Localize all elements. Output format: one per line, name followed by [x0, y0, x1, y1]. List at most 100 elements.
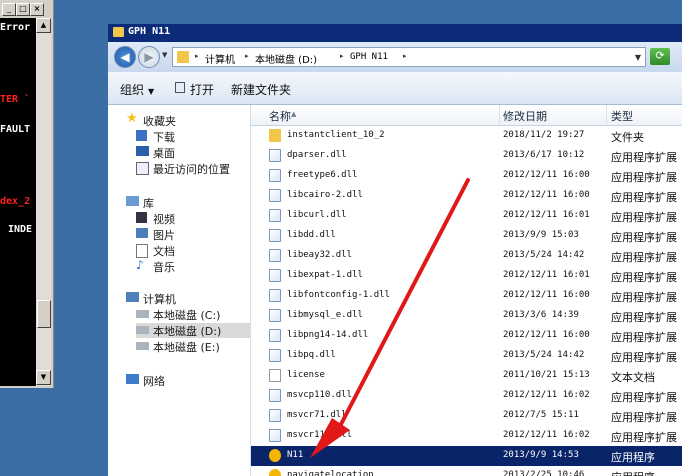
file-row[interactable]: dparser.dll 2013/6/17 10:12 应用程序扩展 [251, 146, 682, 166]
file-row[interactable]: libpq.dll 2013/5/24 14:42 应用程序扩展 [251, 346, 682, 366]
file-type: 应用程序扩展 [611, 231, 677, 244]
nav-documents[interactable]: 文档 [136, 243, 246, 258]
scroll-up-icon[interactable]: ▲ [36, 18, 51, 33]
file-name: N11 [287, 450, 304, 460]
nav-pictures[interactable]: 图片 [136, 227, 246, 242]
file-row[interactable]: libexpat-1.dll 2012/12/11 16:01 应用程序扩展 [251, 266, 682, 286]
nav-downloads[interactable]: 下载 [136, 129, 246, 144]
back-button[interactable]: ◀ [114, 46, 136, 68]
scroll-down-icon[interactable]: ▼ [36, 370, 51, 385]
file-row[interactable]: instantclient_10_2 2018/11/2 19:27 文件夹 [251, 126, 682, 146]
column-header: 名称 ▲ 修改日期 类型 [251, 105, 682, 126]
history-dropdown-icon[interactable]: ▼ [162, 51, 167, 59]
file-date: 2012/12/11 16:00 [503, 190, 590, 200]
picture-icon [136, 228, 148, 238]
nav-videos[interactable]: 视频 [136, 211, 246, 226]
forward-button[interactable]: ▶ [138, 46, 160, 68]
nav-drive-d[interactable]: 本地磁盘 (D:) [136, 323, 250, 338]
dll-icon [269, 349, 281, 362]
address-bar-area: ◀ ▶ ▼ ▸ 计算机 ▸ 本地磁盘 (D:) ▸ GPH N11 ▸ ▼ ⟳ [108, 42, 682, 72]
nav-computer[interactable]: 计算机 [126, 291, 246, 306]
computer-icon [126, 292, 139, 302]
file-row[interactable]: freetype6.dll 2012/12/11 16:00 应用程序扩展 [251, 166, 682, 186]
file-date: 2012/12/11 16:01 [503, 210, 590, 220]
music-icon: ♪ [136, 258, 144, 272]
breadcrumb-current-folder[interactable]: GPH N11 [350, 52, 388, 62]
file-row[interactable]: navigatelocation 2013/2/25 10:46 应用程序 [251, 466, 682, 476]
drive-icon [136, 326, 149, 334]
file-row[interactable]: msvcp110.dll 2012/12/11 16:02 应用程序扩展 [251, 386, 682, 406]
file-row[interactable]: msvcr110.dll 2012/12/11 16:02 应用程序扩展 [251, 426, 682, 446]
video-icon [136, 212, 147, 223]
file-row[interactable]: license 2011/10/21 15:13 文本文档 [251, 366, 682, 386]
file-name: msvcr110.dll [287, 430, 353, 440]
nav-label: 文档 [153, 245, 175, 258]
column-type[interactable]: 类型 [611, 108, 633, 124]
network-icon [126, 374, 139, 384]
chevron-down-icon[interactable]: ▼ [635, 53, 641, 62]
desktop-icon [136, 146, 149, 156]
nav-libraries[interactable]: 库 [126, 195, 246, 210]
window-titlebar[interactable]: GPH N11 [108, 24, 682, 42]
file-row[interactable]: N11 2013/9/9 14:53 应用程序 [251, 446, 682, 466]
address-path[interactable]: ▸ 计算机 ▸ 本地磁盘 (D:) ▸ GPH N11 ▸ ▼ [172, 47, 646, 67]
drive-icon [136, 310, 149, 318]
file-name: msvcp110.dll [287, 390, 353, 400]
scroll-thumb[interactable] [37, 300, 51, 328]
chevron-right-icon[interactable]: ▸ [195, 52, 199, 60]
nav-label: 图片 [153, 229, 175, 242]
file-date: 2013/5/24 14:42 [503, 350, 585, 360]
console-scrollbar[interactable]: ▲ ▼ [36, 18, 51, 386]
file-name: msvcr71.dll [287, 410, 347, 420]
column-date[interactable]: 修改日期 [503, 108, 547, 124]
file-row[interactable]: libcurl.dll 2012/12/11 16:01 应用程序扩展 [251, 206, 682, 226]
exe-icon [269, 449, 281, 462]
breadcrumb-drive-d[interactable]: 本地磁盘 (D:) [255, 51, 317, 66]
file-type: 应用程序扩展 [611, 251, 677, 264]
file-type: 应用程序扩展 [611, 151, 677, 164]
file-name: navigatelocation [287, 470, 374, 476]
maximize-button[interactable]: □ [16, 3, 30, 16]
new-folder-button[interactable]: 新建文件夹 [231, 81, 291, 98]
nav-drive-e[interactable]: 本地磁盘 (E:) [136, 339, 250, 354]
dll-icon [269, 229, 281, 242]
nav-network[interactable]: 网络 [126, 373, 246, 388]
chevron-right-icon[interactable]: ▸ [340, 52, 344, 60]
nav-music[interactable]: ♪ 音乐 [136, 258, 246, 274]
console-line: TER ` [0, 94, 31, 105]
explorer-window: GPH N11 ◀ ▶ ▼ ▸ 计算机 ▸ 本地磁盘 (D:) ▸ GPH N1… [108, 24, 682, 476]
minimize-button[interactable]: _ [2, 3, 16, 16]
file-row[interactable]: msvcr71.dll 2012/7/5 15:11 应用程序扩展 [251, 406, 682, 426]
dll-icon [269, 189, 281, 202]
open-button[interactable]: 打开 [190, 81, 214, 98]
file-row[interactable]: libdd.dll 2013/9/9 15:03 应用程序扩展 [251, 226, 682, 246]
column-divider[interactable] [499, 105, 500, 125]
nav-recent[interactable]: 最近访问的位置 [136, 161, 250, 176]
file-date: 2013/9/9 15:03 [503, 230, 579, 240]
file-type: 应用程序 [611, 469, 655, 476]
file-row[interactable]: libpng14-14.dll 2012/12/11 16:00 应用程序扩展 [251, 326, 682, 346]
file-row[interactable]: libeay32.dll 2013/5/24 14:42 应用程序扩展 [251, 246, 682, 266]
file-row[interactable]: libcairo-2.dll 2012/12/11 16:00 应用程序扩展 [251, 186, 682, 206]
chevron-right-icon[interactable]: ▸ [245, 52, 249, 60]
console-line: FAULT [0, 124, 31, 135]
column-divider[interactable] [606, 105, 607, 125]
file-row[interactable]: libmysql_e.dll 2013/3/6 14:39 应用程序扩展 [251, 306, 682, 326]
file-type: 文本文档 [611, 371, 655, 384]
file-row[interactable]: libfontconfig-1.dll 2012/12/11 16:00 应用程序扩… [251, 286, 682, 306]
file-type: 应用程序扩展 [611, 311, 677, 324]
file-name: instantclient_10_2 [287, 130, 385, 140]
chevron-right-icon[interactable]: ▸ [403, 52, 407, 60]
refresh-button[interactable]: ⟳ [650, 48, 670, 65]
breadcrumb-computer[interactable]: 计算机 [205, 51, 235, 66]
organize-button[interactable]: 组织 ▼ [120, 81, 154, 98]
file-name: libdd.dll [287, 230, 336, 240]
nav-label: 网络 [143, 375, 165, 388]
nav-desktop[interactable]: 桌面 [136, 145, 246, 160]
nav-drive-c[interactable]: 本地磁盘 (C:) [136, 307, 250, 322]
nav-label: 下载 [153, 131, 175, 144]
file-date: 2011/10/21 15:13 [503, 370, 590, 380]
close-button[interactable]: × [30, 3, 44, 16]
column-name[interactable]: 名称 [269, 108, 291, 124]
nav-favorites[interactable]: ★ 收藏夹 [126, 111, 246, 128]
